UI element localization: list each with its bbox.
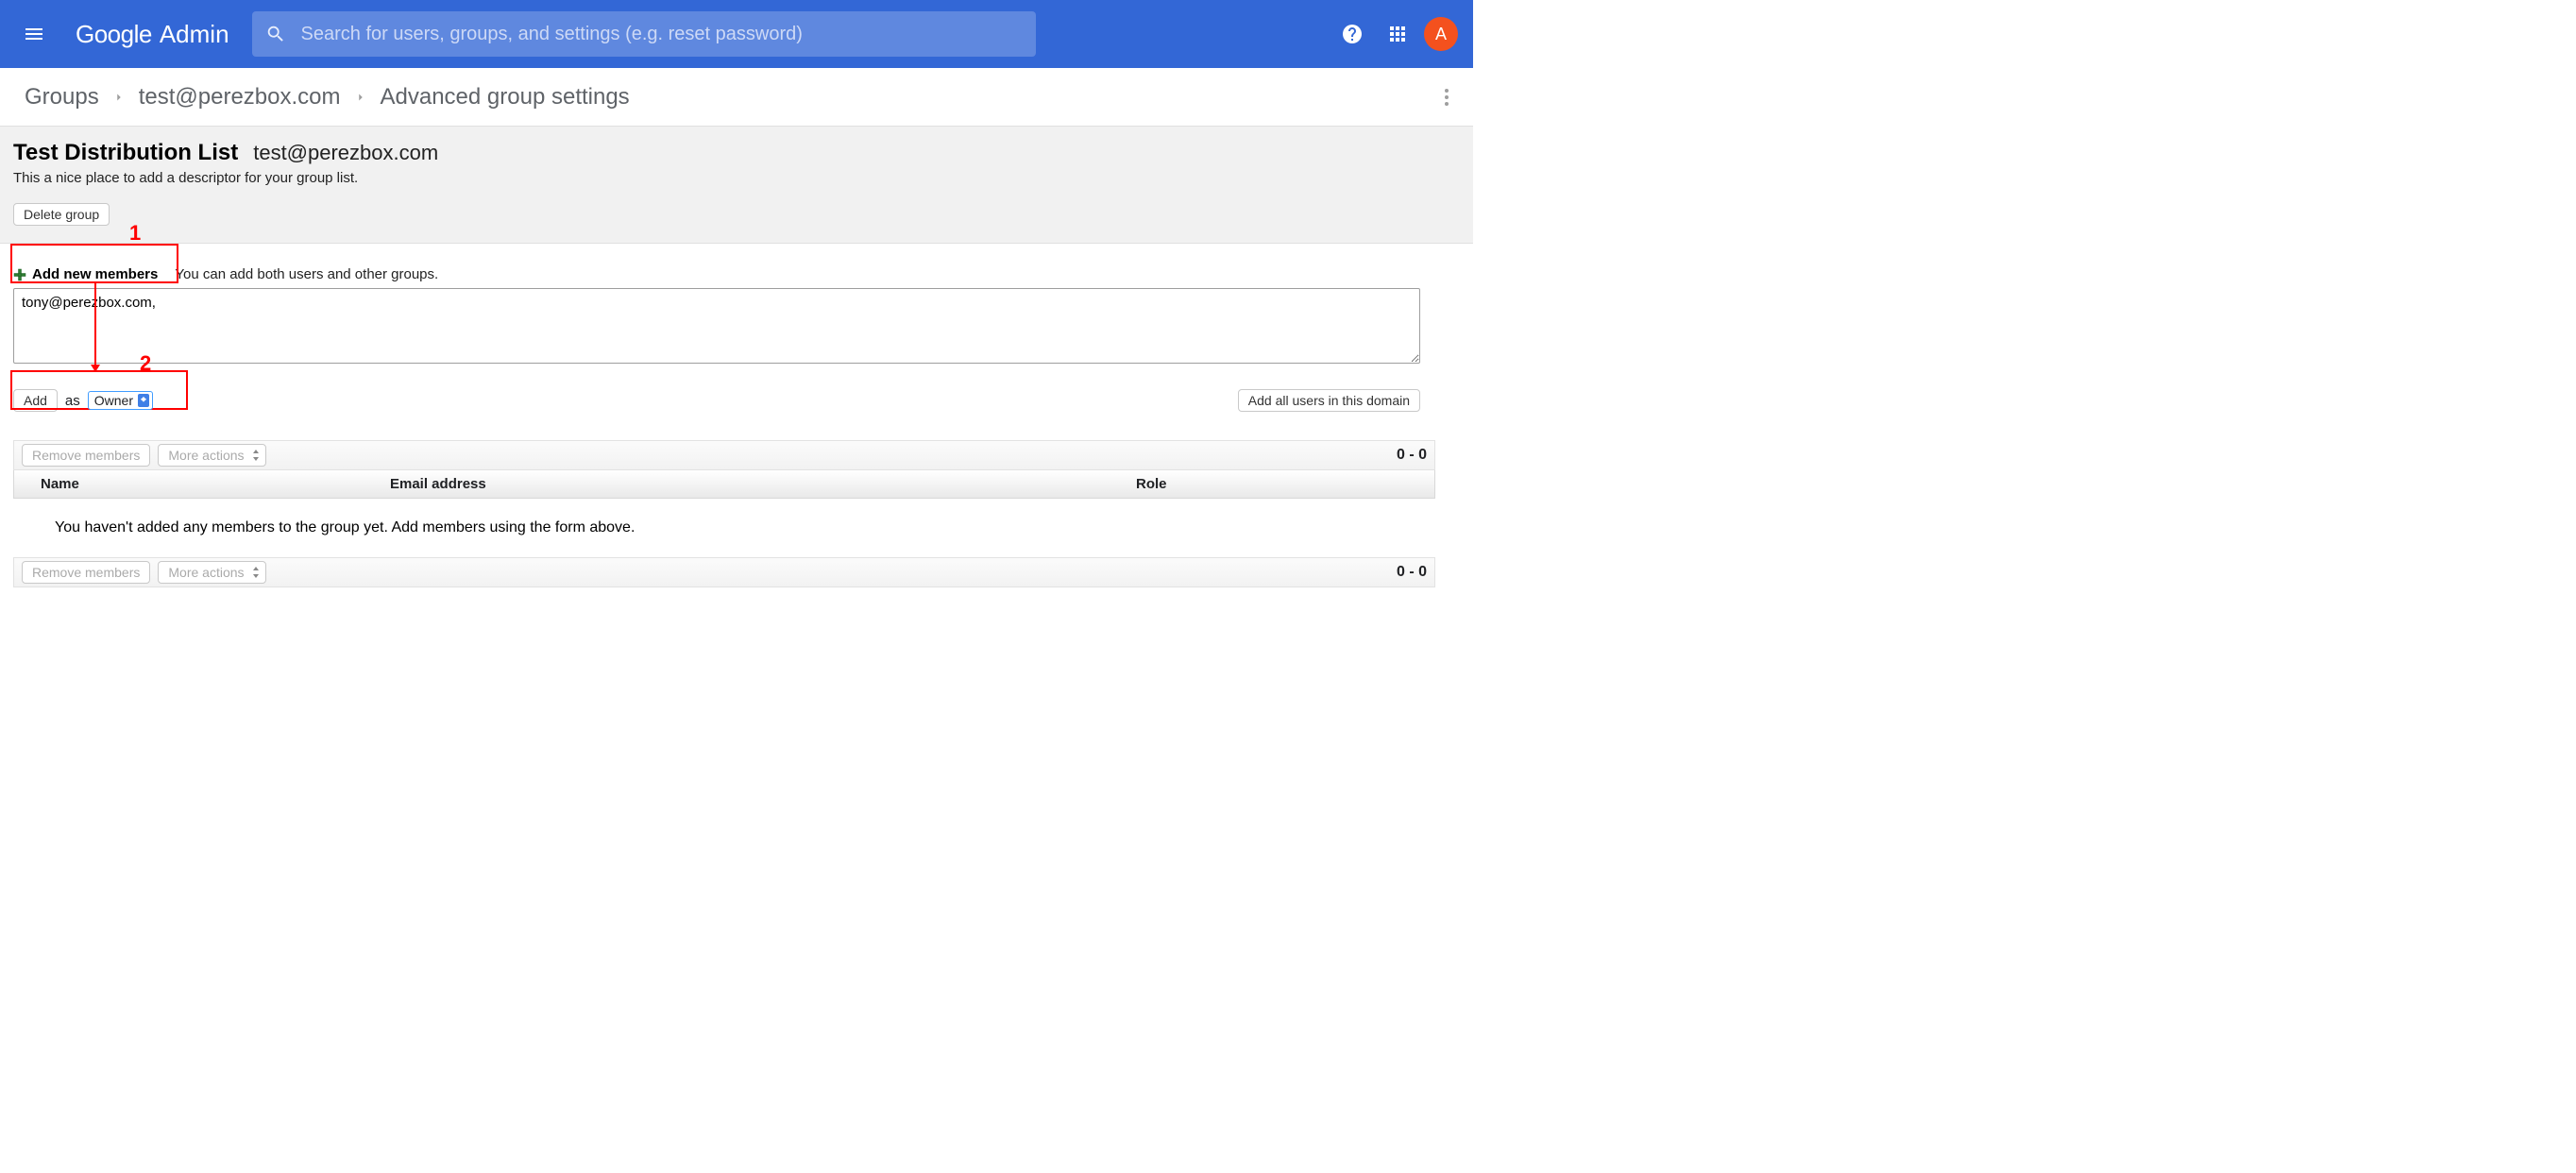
breadcrumb-group-email[interactable]: test@perezbox.com bbox=[139, 84, 341, 110]
hamburger-icon bbox=[23, 23, 45, 45]
members-toolbar-top: Remove members More actions 0 - 0 bbox=[13, 440, 1435, 470]
breadcrumb-groups[interactable]: Groups bbox=[25, 84, 99, 110]
group-name: Test Distribution List bbox=[13, 140, 238, 166]
kebab-dot-icon bbox=[1445, 89, 1449, 93]
apps-grid-icon bbox=[1386, 23, 1409, 45]
column-name[interactable]: Name bbox=[41, 476, 390, 492]
add-all-domain-button[interactable]: Add all users in this domain bbox=[1238, 389, 1420, 412]
brand: Google Admin bbox=[76, 20, 229, 49]
chevron-updown-icon bbox=[252, 566, 260, 581]
breadcrumb-row: Groups test@perezbox.com Advanced group … bbox=[0, 68, 1473, 127]
top-bar: Google Admin A bbox=[0, 0, 1473, 68]
search-icon bbox=[265, 24, 286, 44]
members-textarea[interactable] bbox=[13, 288, 1420, 364]
members-table-header: Name Email address Role bbox=[13, 470, 1435, 499]
members-toolbar-bottom: Remove members More actions 0 - 0 bbox=[13, 557, 1435, 587]
search-input[interactable] bbox=[299, 23, 1023, 46]
avatar-letter: A bbox=[1435, 25, 1447, 44]
remove-members-button[interactable]: Remove members bbox=[22, 444, 150, 467]
account-avatar[interactable]: A bbox=[1424, 17, 1458, 51]
chevron-updown-icon bbox=[252, 449, 260, 464]
more-actions-select[interactable]: More actions bbox=[158, 561, 265, 584]
add-members-line: Add new members You can add both users a… bbox=[13, 266, 1460, 282]
brand-google: Google bbox=[76, 20, 152, 49]
breadcrumb-current: Advanced group settings bbox=[381, 84, 630, 110]
apps-button[interactable] bbox=[1379, 15, 1416, 53]
remove-members-button[interactable]: Remove members bbox=[22, 561, 150, 584]
group-header: Test Distribution List test@perezbox.com… bbox=[0, 127, 1473, 244]
column-role[interactable]: Role bbox=[1136, 476, 1434, 492]
help-icon bbox=[1341, 23, 1364, 45]
more-actions-select[interactable]: More actions bbox=[158, 444, 265, 467]
chevron-right-icon bbox=[354, 84, 367, 110]
add-members-heading: Add new members bbox=[32, 266, 158, 282]
kebab-dot-icon bbox=[1445, 95, 1449, 99]
members-count: 0 - 0 bbox=[1397, 564, 1427, 581]
add-button[interactable]: Add bbox=[13, 389, 58, 412]
select-chevron-icon bbox=[138, 394, 149, 407]
role-select[interactable]: Owner bbox=[88, 391, 153, 410]
as-label: as bbox=[65, 393, 80, 409]
empty-members-message: You haven't added any members to the gro… bbox=[13, 499, 1435, 557]
role-selected: Owner bbox=[94, 393, 133, 408]
column-email[interactable]: Email address bbox=[390, 476, 1136, 492]
members-count: 0 - 0 bbox=[1397, 447, 1427, 464]
breadcrumb: Groups test@perezbox.com Advanced group … bbox=[25, 84, 630, 110]
add-members-hint: You can add both users and other groups. bbox=[175, 266, 438, 282]
chevron-right-icon bbox=[112, 84, 126, 110]
menu-button[interactable] bbox=[15, 15, 53, 53]
group-email: test@perezbox.com bbox=[253, 141, 438, 165]
more-menu-button[interactable] bbox=[1432, 82, 1462, 112]
help-button[interactable] bbox=[1333, 15, 1371, 53]
group-description: This a nice place to add a descriptor fo… bbox=[13, 170, 1460, 186]
delete-group-button[interactable]: Delete group bbox=[13, 203, 110, 226]
plus-icon bbox=[13, 268, 26, 281]
kebab-dot-icon bbox=[1445, 102, 1449, 106]
search-box[interactable] bbox=[252, 11, 1036, 57]
brand-admin: Admin bbox=[160, 20, 229, 49]
